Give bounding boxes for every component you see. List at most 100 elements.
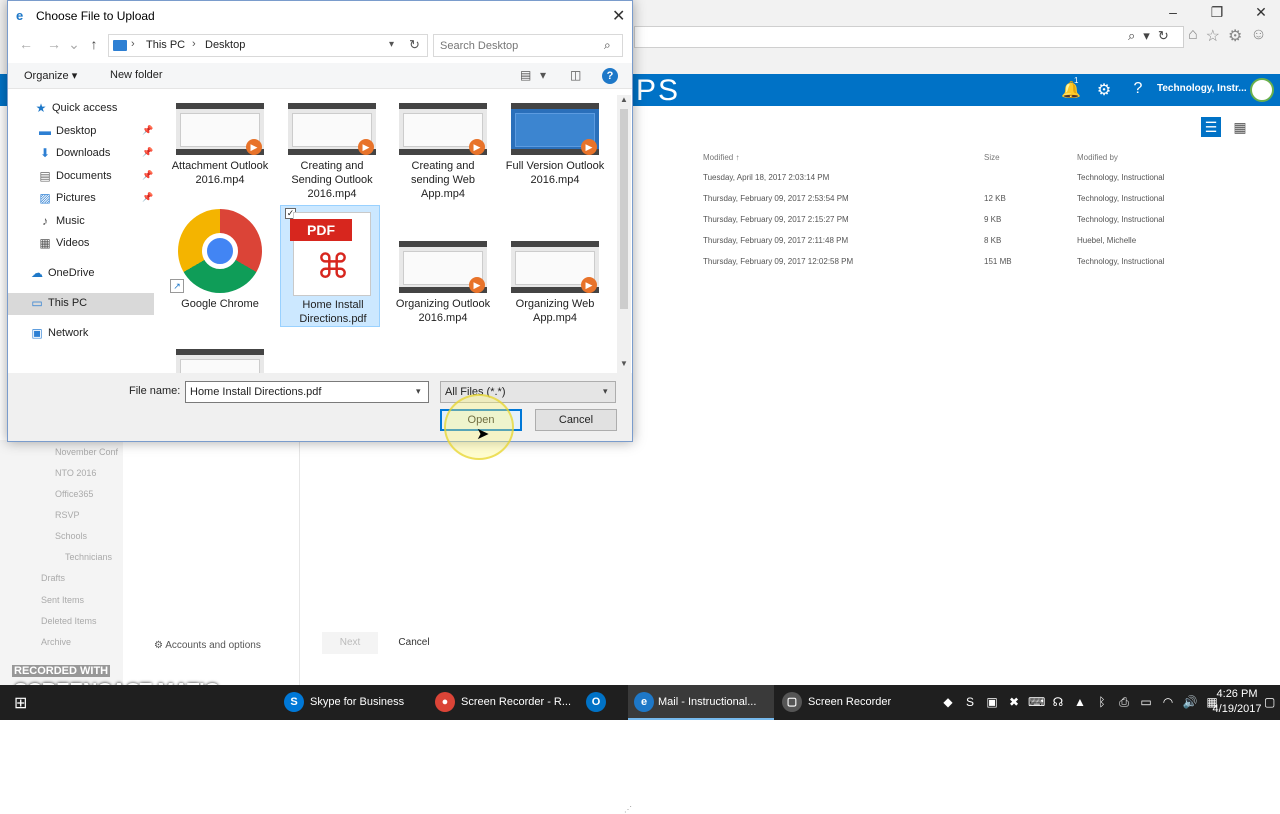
taskbar-item[interactable]: ● Screen Recorder - R... [435, 685, 575, 720]
next-button[interactable]: Next [322, 632, 378, 654]
tools-tray-icon[interactable]: ✖ [1006, 695, 1022, 710]
search-icon[interactable]: ⌕ [1128, 28, 1135, 44]
help-icon[interactable]: ? [1128, 80, 1148, 98]
breadcrumb[interactable]: › This PC › Desktop ▾ ↻ [108, 34, 428, 57]
change-view-icon[interactable]: ▤ [520, 68, 531, 82]
network-tray-icon[interactable]: ☊ [1050, 695, 1066, 710]
nav-item-downloads[interactable]: ⬇ Downloads 📌 [8, 143, 154, 165]
minimize-icon[interactable]: – [1164, 4, 1182, 21]
folder-item[interactable]: Schools [55, 531, 87, 541]
tray-app-icon[interactable]: ◆ [940, 695, 956, 710]
file-tile[interactable]: ✓ PDF ⌘ Home Install Directions.pdf [280, 205, 380, 327]
nav-item-this-pc[interactable]: ▭ This PC [8, 293, 154, 315]
close-window-icon[interactable]: ✕ [1252, 4, 1270, 21]
back-arrow-icon[interactable]: ← [18, 36, 34, 52]
scrollbar-thumb[interactable] [620, 109, 628, 309]
nav-item-quick-access[interactable]: ★ Quick access [8, 98, 154, 120]
wifi-icon[interactable]: ◠ [1160, 695, 1176, 710]
scroll-down-icon[interactable]: ▼ [617, 359, 631, 368]
file-tile[interactable]: ▶ Creating and sending Web App.mp4 [391, 97, 491, 233]
folder-item[interactable]: Office365 [55, 489, 93, 499]
nav-item-network[interactable]: ▣ Network [8, 323, 154, 345]
address-bar[interactable] [634, 26, 1184, 48]
play-icon: ▶ [581, 139, 597, 155]
nav-item-documents[interactable]: ▤ Documents 📌 [8, 166, 154, 188]
breadcrumb-this-pc[interactable]: This PC [146, 39, 185, 51]
chevron-down-icon[interactable]: ▾ [416, 386, 421, 397]
nav-item-pictures[interactable]: ▨ Pictures 📌 [8, 188, 154, 210]
accounts-and-options[interactable]: ⚙ Accounts and options [154, 640, 261, 651]
gear-icon[interactable]: ⚙ [1228, 26, 1242, 46]
settings-gear-icon[interactable]: ⚙ [1094, 80, 1114, 100]
nav-item-videos[interactable]: ▦ Videos [8, 233, 154, 255]
avatar[interactable] [1250, 78, 1274, 102]
security-tray-icon[interactable]: ▣ [984, 695, 1000, 710]
search-icon[interactable]: ⌕ [604, 38, 611, 53]
taskbar-item[interactable]: S Skype for Business [284, 685, 424, 720]
chevron-down-icon[interactable]: ▾ [389, 39, 394, 50]
volume-icon[interactable]: 🔊 [1182, 695, 1198, 710]
keyboard-tray-icon[interactable]: ⌨ [1028, 695, 1045, 710]
breadcrumb-desktop[interactable]: Desktop [205, 39, 245, 51]
windows-start-icon[interactable]: ⊞ [14, 693, 27, 713]
grid-view-icon[interactable]: ▦ [1230, 117, 1250, 137]
list-view-icon[interactable]: ☰ [1201, 117, 1221, 137]
help-icon[interactable]: ? [602, 68, 618, 84]
breadcrumb-separator-icon[interactable]: › [131, 38, 135, 50]
folder-item[interactable]: November Conf [55, 447, 118, 457]
preview-pane-icon[interactable]: ◫ [570, 68, 581, 82]
printer-icon[interactable]: ⎙ [1116, 695, 1132, 710]
file-tile[interactable] [168, 343, 268, 373]
user-name[interactable]: Technology, Instr... [1157, 83, 1247, 94]
battery-icon[interactable]: ▭ [1138, 695, 1154, 710]
refresh-icon[interactable]: ↻ [409, 37, 420, 53]
search-input[interactable] [434, 35, 598, 56]
file-tile[interactable]: ▶ Full Version Outlook 2016.mp4 [503, 97, 604, 233]
resize-grip-icon[interactable]: ⋰ [624, 805, 632, 814]
column-modified[interactable]: Modified ↑ [703, 153, 739, 162]
refresh-icon[interactable]: ↻ [1158, 28, 1169, 44]
new-folder-button[interactable]: New folder [110, 69, 163, 81]
folder-item[interactable]: Drafts [41, 573, 65, 583]
taskbar-item[interactable]: ▢ Screen Recorder [782, 685, 902, 720]
folder-item[interactable]: NTO 2016 [55, 468, 96, 478]
breadcrumb-separator-icon[interactable]: › [192, 38, 196, 50]
chevron-down-icon[interactable]: ▾ [540, 68, 546, 82]
organize-button[interactable]: Organize ▾ [24, 69, 77, 82]
clock[interactable]: 4:26 PM 4/19/2017 [1210, 687, 1264, 717]
vertical-scrollbar[interactable]: ▲ ▼ [617, 95, 631, 373]
home-icon[interactable]: ⌂ [1188, 26, 1198, 46]
folder-item[interactable]: Deleted Items [41, 616, 97, 626]
column-modified-by[interactable]: Modified by [1077, 153, 1118, 162]
hide-tray-icon[interactable]: ▲ [1072, 695, 1088, 710]
folder-item[interactable]: RSVP [55, 510, 80, 520]
folder-item[interactable]: Archive [41, 637, 71, 647]
cancel-button[interactable]: Cancel [535, 409, 617, 431]
background-cancel-button[interactable]: Cancel [386, 632, 442, 654]
recent-chevron-icon[interactable]: ⌄ [66, 36, 82, 53]
restore-icon[interactable]: ❐ [1208, 4, 1226, 21]
nav-item-onedrive[interactable]: ☁ OneDrive [8, 263, 154, 285]
folder-item[interactable]: Sent Items [41, 595, 84, 605]
file-tile[interactable]: ▶ Organizing Outlook 2016.mp4 [391, 235, 491, 371]
bluetooth-icon[interactable]: ᛒ [1094, 695, 1110, 710]
file-tile[interactable]: ▶ Organizing Web App.mp4 [503, 235, 603, 371]
nav-item-music[interactable]: ♪ Music [8, 211, 154, 233]
column-size[interactable]: Size [984, 153, 1000, 162]
nav-item-desktop[interactable]: ▬ Desktop 📌 [8, 121, 154, 143]
file-name-input[interactable] [186, 382, 412, 402]
taskbar-item[interactable]: e Mail - Instructional... [628, 685, 774, 720]
up-arrow-icon[interactable]: ↑ [86, 36, 102, 52]
favorites-star-icon[interactable]: ☆ [1206, 26, 1220, 46]
forward-arrow-icon[interactable]: → [46, 36, 62, 52]
skype-tray-icon[interactable]: S [962, 695, 978, 710]
close-icon[interactable]: ✕ [612, 6, 625, 26]
row-modified-by: Technology, Instructional [1077, 215, 1165, 224]
action-center-icon[interactable]: ▢ [1264, 695, 1275, 709]
file-tile[interactable]: ↗ Google Chrome [168, 205, 268, 341]
taskbar-item[interactable]: O [586, 685, 616, 720]
scroll-up-icon[interactable]: ▲ [617, 95, 631, 104]
chevron-down-icon[interactable]: ▾ [1143, 28, 1150, 44]
folder-item[interactable]: Technicians [65, 552, 112, 562]
smiley-icon[interactable]: ☺ [1250, 26, 1266, 46]
